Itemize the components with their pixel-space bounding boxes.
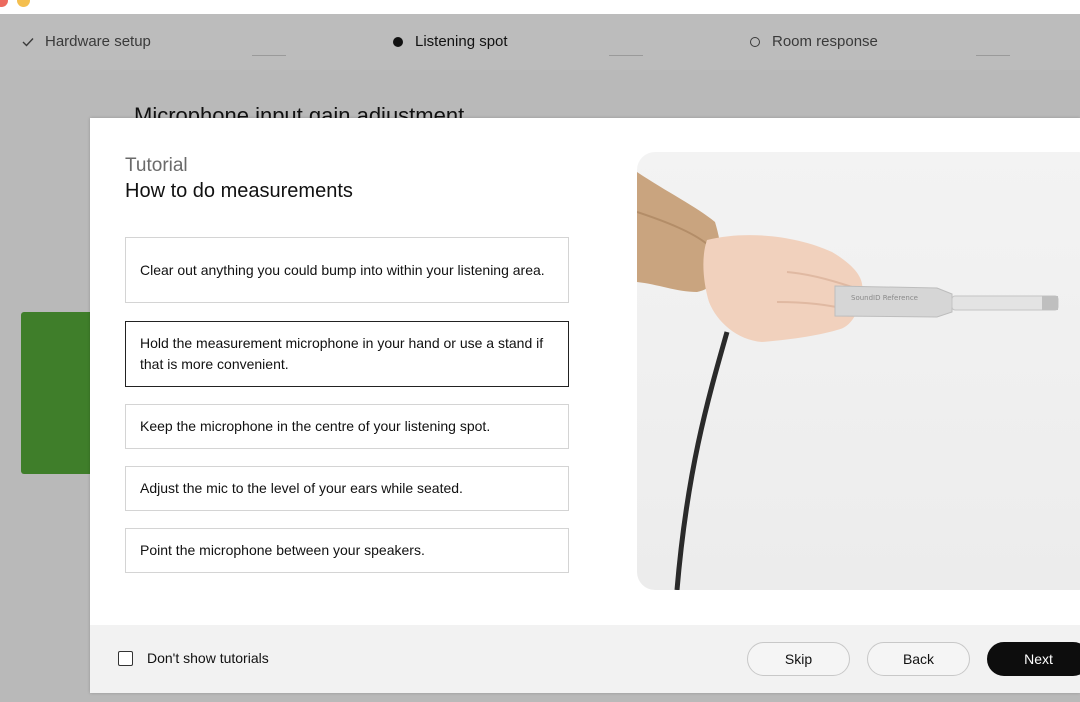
step-label: Hardware setup [45, 33, 151, 50]
close-window-button[interactable] [0, 0, 8, 7]
tip-item[interactable]: Adjust the mic to the level of your ears… [125, 466, 569, 511]
skip-button[interactable]: Skip [747, 642, 850, 676]
step-connector [976, 55, 1010, 56]
window-titlebar [0, 0, 1080, 14]
back-button[interactable]: Back [867, 642, 970, 676]
tip-text: Adjust the mic to the level of your ears… [140, 480, 463, 496]
tip-text: Keep the microphone in the centre of you… [140, 418, 491, 434]
hand-holding-microphone-illustration: SoundID Reference [637, 172, 1059, 590]
step-label: Listening spot [415, 33, 508, 50]
current-step-dot-icon [391, 35, 405, 49]
tip-item[interactable]: Keep the microphone in the centre of you… [125, 404, 569, 449]
step-connector [252, 55, 286, 56]
tutorial-photo: SoundID Reference [637, 152, 1080, 590]
modal-kicker: Tutorial [125, 155, 188, 176]
tip-item-active[interactable]: Hold the measurement microphone in your … [125, 321, 569, 387]
step-connector [609, 55, 643, 56]
next-button[interactable]: Next [987, 642, 1080, 676]
minimize-window-button[interactable] [17, 0, 30, 7]
tip-text: Point the microphone between your speake… [140, 542, 425, 558]
dont-show-tutorials-label[interactable]: Don't show tutorials [147, 650, 269, 666]
checkmark-icon [21, 35, 35, 49]
step-hardware-setup: Hardware setup [21, 33, 151, 50]
mic-brand-text: SoundID Reference [851, 294, 918, 302]
modal-title: How to do measurements [125, 180, 353, 202]
tutorial-modal: Tutorial How to do measurements Clear ou… [90, 118, 1080, 693]
dont-show-tutorials-checkbox[interactable] [118, 651, 133, 666]
modal-footer: Don't show tutorials Skip Back Next [90, 625, 1080, 693]
tip-item[interactable]: Point the microphone between your speake… [125, 528, 569, 573]
step-label: Room response [772, 33, 878, 50]
step-room-response: Room response [748, 33, 878, 50]
background-level-meter [21, 312, 101, 474]
tip-text: Clear out anything you could bump into w… [140, 261, 545, 278]
step-listening-spot: Listening spot [391, 33, 508, 50]
tip-item[interactable]: Clear out anything you could bump into w… [125, 237, 569, 303]
tip-text: Hold the measurement microphone in your … [140, 335, 544, 372]
progress-stepper: Hardware setup Listening spot Room respo… [0, 14, 1080, 70]
upcoming-step-dot-icon [748, 35, 762, 49]
